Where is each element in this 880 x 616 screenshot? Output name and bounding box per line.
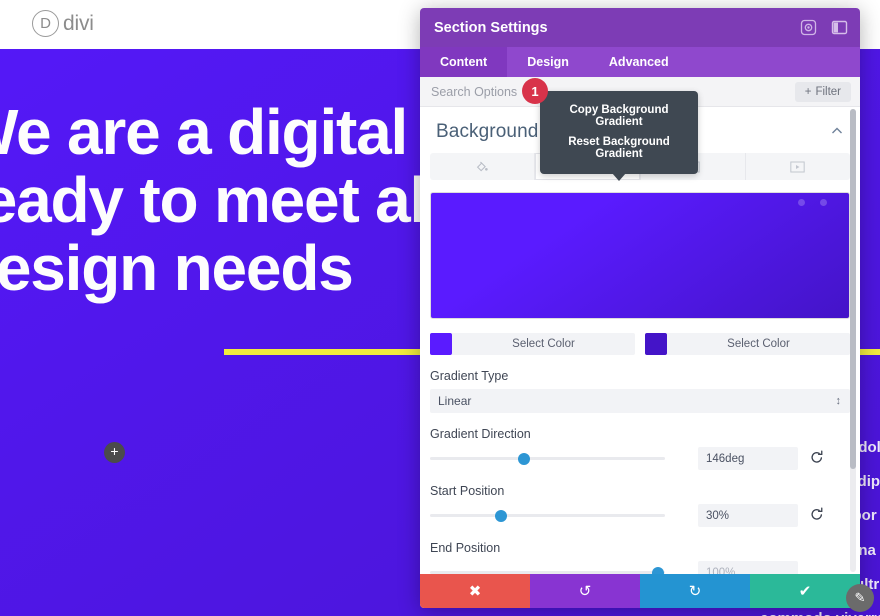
end-position-input[interactable] <box>698 561 798 574</box>
tab-content[interactable]: Content <box>420 47 508 77</box>
paint-bucket-icon <box>477 161 488 171</box>
panel-layout-icon[interactable] <box>831 19 848 36</box>
gradient-direction-slider[interactable] <box>430 451 665 467</box>
background-video-tab[interactable] <box>746 153 850 180</box>
chevron-up-icon[interactable] <box>830 124 844 141</box>
select-color-button-2[interactable]: Select Color <box>667 333 850 355</box>
select-color-button-1[interactable]: Select Color <box>452 333 635 355</box>
slider-track <box>430 456 665 460</box>
section-settings-modal: Section Settings Content Design Advanced <box>420 8 860 608</box>
redo-button[interactable]: ↻ <box>640 574 750 608</box>
tab-advanced[interactable]: Advanced <box>589 47 689 77</box>
responsive-preview-icon[interactable] <box>800 19 817 36</box>
modal-tab-bar: Content Design Advanced <box>420 47 860 77</box>
gradient-color-stops: Select Color Select Color <box>430 333 850 355</box>
tab-design[interactable]: Design <box>507 47 589 77</box>
gradient-type-label: Gradient Type <box>430 369 509 383</box>
modal-footer: ✖ ↺ ↻ ✔ <box>420 574 860 608</box>
filter-button[interactable]: + Filter <box>794 81 851 102</box>
start-position-slider[interactable] <box>430 508 665 524</box>
background-gradient-context-menu: 1 Copy Background Gradient Reset Backgro… <box>522 78 698 181</box>
reset-direction-icon[interactable] <box>810 450 824 467</box>
divi-logo: D divi <box>32 10 94 37</box>
slider-track <box>430 513 665 517</box>
modal-titlebar-icons <box>800 8 848 47</box>
modal-title: Section Settings <box>434 19 548 36</box>
step-badge-1: 1 <box>522 78 548 104</box>
end-position-label: End Position <box>430 541 501 555</box>
start-position-label: Start Position <box>430 484 505 498</box>
panel-scrollbar-thumb[interactable] <box>850 109 856 469</box>
background-color-tab[interactable] <box>430 153 536 180</box>
gradient-preview[interactable] <box>430 192 850 319</box>
reset-start-position-icon[interactable] <box>810 507 824 524</box>
slider-handle[interactable] <box>494 509 507 522</box>
background-section-title: Background <box>436 121 539 142</box>
end-position-field: End Position <box>430 541 850 574</box>
context-menu-arrow <box>612 173 626 181</box>
gradient-direction-input[interactable] <box>698 447 798 470</box>
gradient-stop-2[interactable]: Select Color <box>645 333 850 355</box>
color-swatch-1[interactable] <box>430 333 452 355</box>
start-position-input[interactable] <box>698 504 798 527</box>
end-position-slider[interactable] <box>430 565 665 574</box>
video-icon <box>790 161 806 172</box>
divi-logo-word: divi <box>63 11 94 35</box>
preview-stop-handle-2[interactable] <box>820 199 827 206</box>
gradient-direction-field: Gradient Direction <box>430 427 850 470</box>
gradient-type-select[interactable]: Linear <box>430 389 850 413</box>
gradient-stop-1[interactable]: Select Color <box>430 333 635 355</box>
editor-toggle-button[interactable]: ✎ <box>846 584 874 612</box>
panel-scrollbar[interactable] <box>850 109 856 572</box>
filter-label: Filter <box>815 85 841 98</box>
add-section-button[interactable]: + <box>104 442 125 463</box>
slider-handle[interactable] <box>518 452 530 465</box>
filter-plus-icon: + <box>804 85 812 98</box>
modal-titlebar[interactable]: Section Settings <box>420 8 860 47</box>
gradient-type-field: Gradient Type Linear ↕ <box>430 369 850 413</box>
gradient-direction-label: Gradient Direction <box>430 427 531 441</box>
preview-stop-handle-1[interactable] <box>798 199 805 206</box>
save-button[interactable]: ✔ <box>750 574 860 608</box>
cancel-button[interactable]: ✖ <box>420 574 530 608</box>
divi-logo-mark: D <box>32 10 59 37</box>
menu-item-reset-background-gradient[interactable]: Reset Background Gradient <box>540 132 698 164</box>
undo-button[interactable]: ↺ <box>530 574 640 608</box>
menu-item-copy-background-gradient[interactable]: Copy Background Gradient <box>540 100 698 132</box>
slider-handle[interactable] <box>651 566 664 574</box>
options-panel-body: Background Select Color Select Color Gra… <box>420 107 860 574</box>
start-position-field: Start Position <box>430 484 850 527</box>
color-swatch-2[interactable] <box>645 333 667 355</box>
